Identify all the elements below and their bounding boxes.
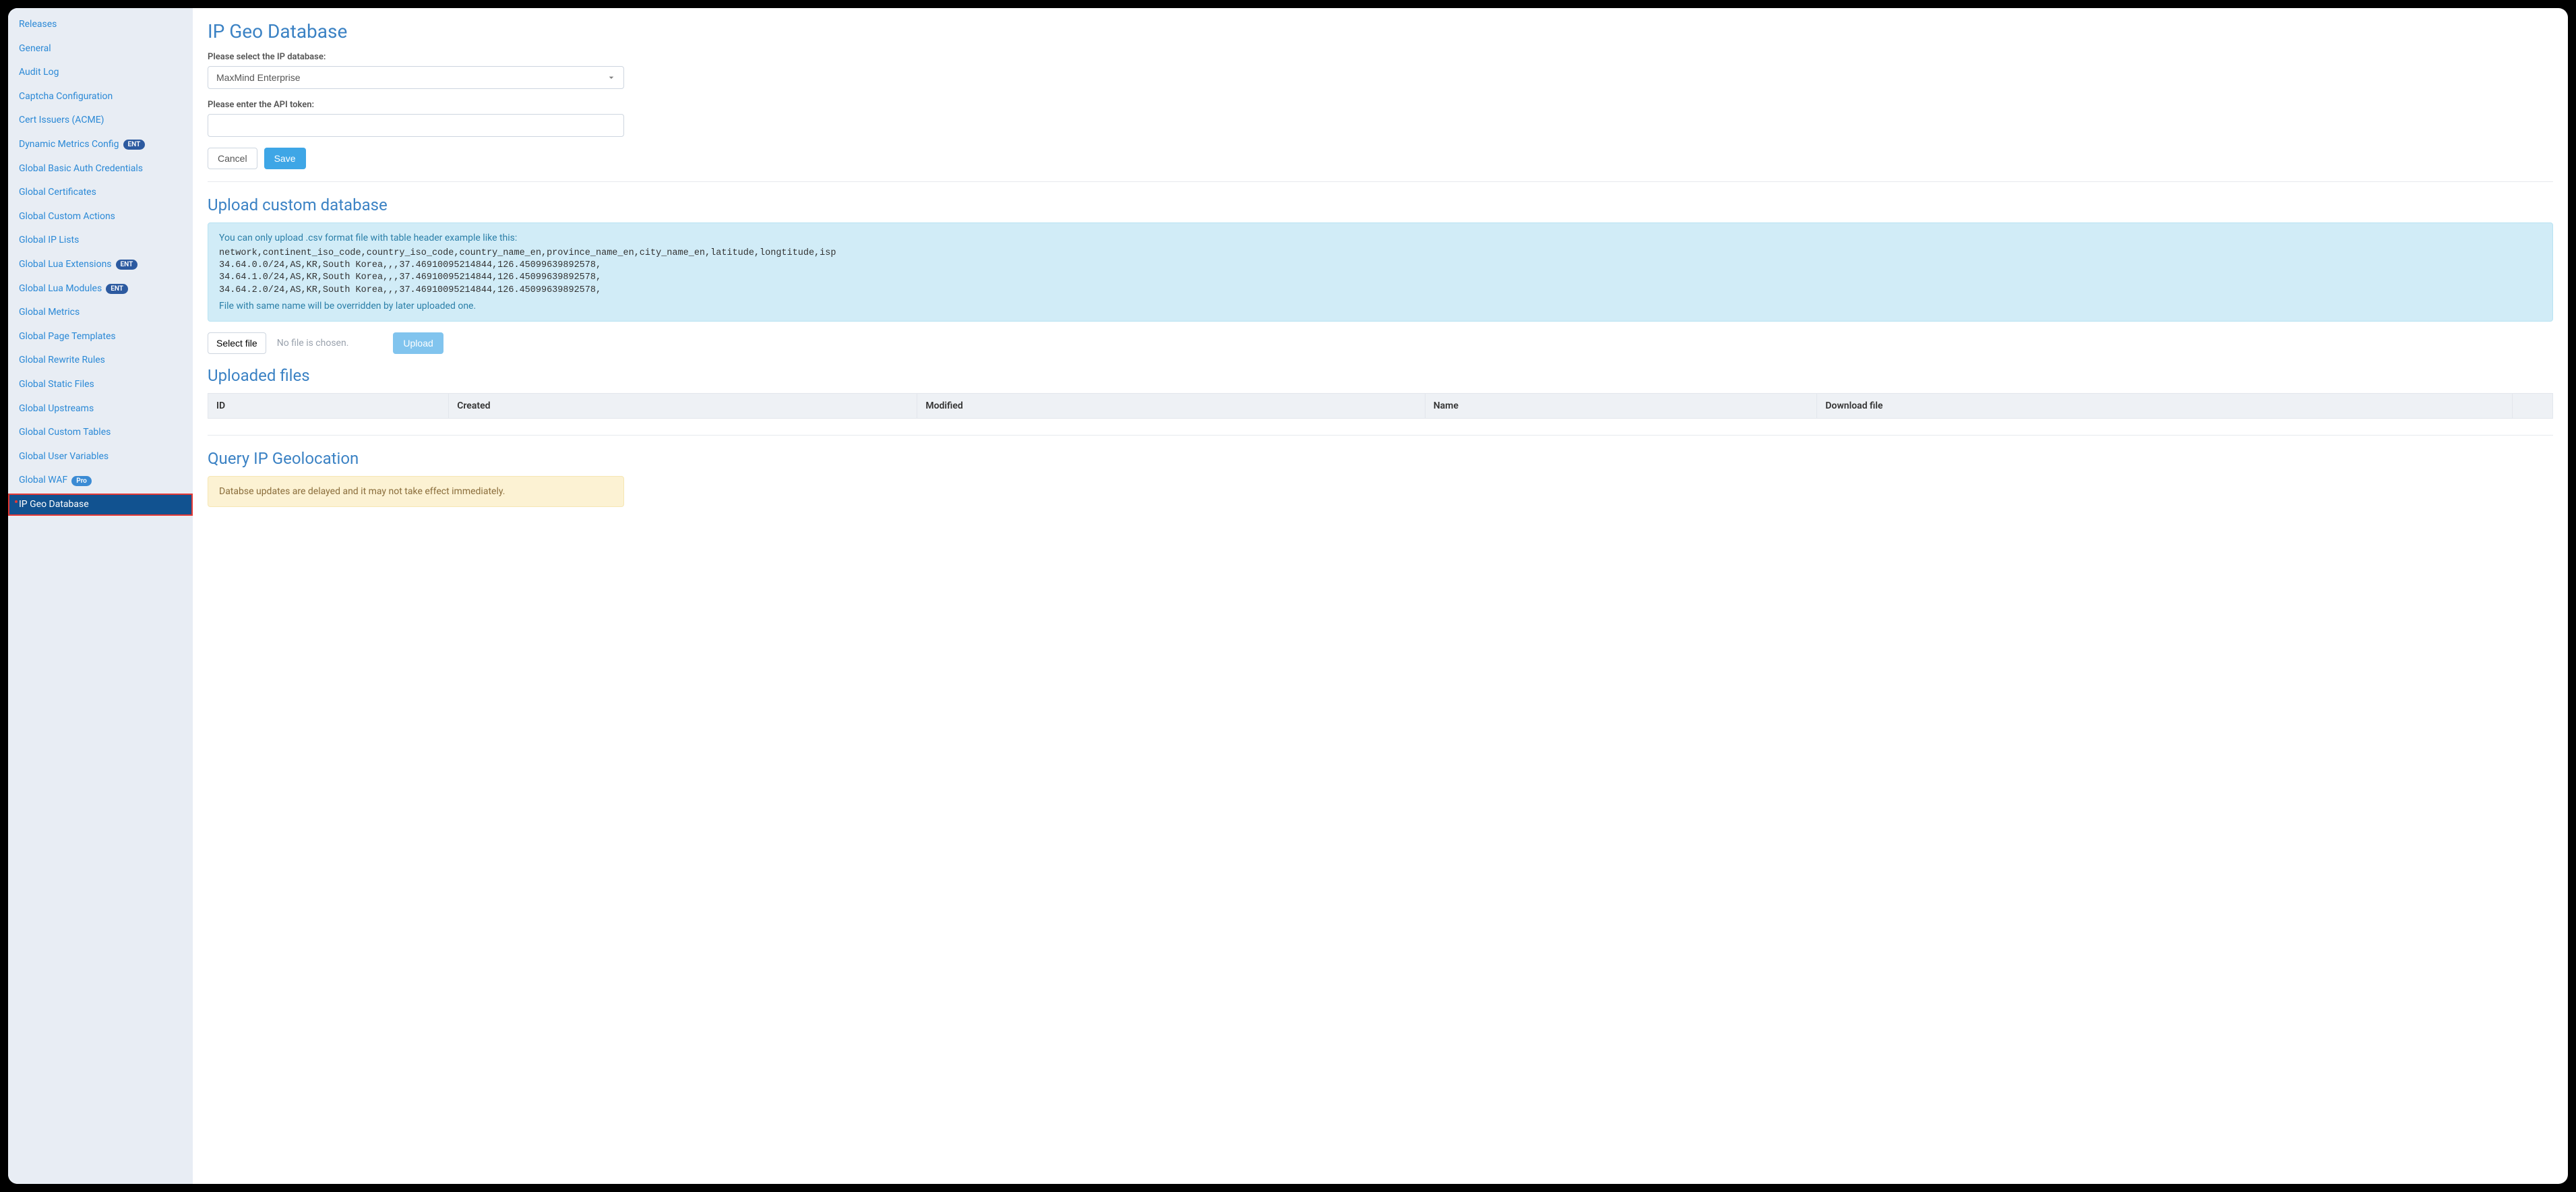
query-warning-alert: Databse updates are delayed and it may n… — [208, 476, 624, 507]
sidebar-item-global-lua-modules[interactable]: Global Lua Modules ENT — [8, 278, 193, 301]
table-header-row: IDCreatedModifiedNameDownload file — [208, 393, 2553, 418]
upload-info-text1: You can only upload .csv format file wit… — [219, 233, 2542, 243]
table-header-actions — [2513, 393, 2553, 418]
sidebar-item-label: General — [19, 42, 51, 56]
table-header-created: Created — [449, 393, 917, 418]
token-input[interactable] — [208, 114, 624, 137]
sidebar-item-global-rewrite-rules[interactable]: Global Rewrite Rules — [8, 349, 193, 372]
sidebar-item-label: Global Custom Tables — [19, 426, 111, 440]
file-upload-row: Select file No file is chosen. Upload — [208, 332, 2553, 354]
sidebar-item-global-static-files[interactable]: Global Static Files — [8, 374, 193, 396]
select-file-button[interactable]: Select file — [208, 332, 266, 354]
sidebar-item-label: Global Metrics — [19, 306, 80, 320]
token-label: Please enter the API token: — [208, 100, 2553, 110]
file-status-text: No file is chosen. — [277, 338, 349, 349]
uploaded-files-heading: Uploaded files — [208, 366, 2553, 385]
sidebar-item-label: Global Rewrite Rules — [19, 354, 105, 367]
form-actions: Cancel Save — [208, 148, 2553, 169]
upload-heading: Upload custom database — [208, 196, 2553, 214]
app-window: Releases General Audit Log Captcha Configur… — [8, 8, 2568, 1184]
sidebar-item-general[interactable]: General — [8, 38, 193, 61]
table-header-download-file: Download file — [1817, 393, 2513, 418]
sidebar-item-label: Audit Log — [19, 66, 59, 80]
sidebar-item-global-custom-tables[interactable]: Global Custom Tables — [8, 421, 193, 444]
sidebar-item-label: Dynamic Metrics Config — [19, 138, 119, 152]
badge-ent: ENT — [106, 284, 128, 294]
page-title: IP Geo Database — [208, 20, 2553, 42]
uploaded-files-table: IDCreatedModifiedNameDownload file — [208, 393, 2553, 419]
query-heading: Query IP Geolocation — [208, 449, 2553, 468]
sidebar-item-label: Global IP Lists — [19, 234, 79, 247]
upload-info-text2: File with same name will be overridden b… — [219, 301, 2542, 311]
badge-ent: ENT — [116, 260, 138, 270]
sidebar-item-cert-issuers-acme-[interactable]: Cert Issuers (ACME) — [8, 109, 193, 132]
badge-ent: ENT — [123, 140, 146, 150]
sidebar-item-label: Global Static Files — [19, 378, 94, 392]
sidebar-item-label: Global Basic Auth Credentials — [19, 162, 143, 176]
table-header-id: ID — [208, 393, 449, 418]
main-content: IP Geo Database Please select the IP dat… — [193, 8, 2568, 1184]
divider — [208, 181, 2553, 182]
sidebar-item-label: Global Custom Actions — [19, 210, 115, 224]
upload-button[interactable]: Upload — [393, 332, 443, 354]
sidebar-item-captcha-configuration[interactable]: Captcha Configuration — [8, 86, 193, 109]
sidebar-item-label: IP Geo Database — [19, 498, 89, 512]
token-group: Please enter the API token: — [208, 100, 2553, 137]
sidebar-item-global-metrics[interactable]: Global Metrics — [8, 301, 193, 324]
table-header-modified: Modified — [917, 393, 1425, 418]
db-select-group: Please select the IP database: MaxMind E… — [208, 52, 2553, 89]
sidebar-item-global-page-templates[interactable]: Global Page Templates — [8, 326, 193, 349]
sidebar-item-label: Global Certificates — [19, 186, 96, 200]
sidebar-item-global-user-variables[interactable]: Global User Variables — [8, 446, 193, 469]
sidebar-item-label: Global Lua Extensions — [19, 258, 112, 272]
sidebar-item-label: Global Page Templates — [19, 330, 116, 344]
sidebar-item-releases[interactable]: Releases — [8, 13, 193, 36]
sidebar-item-global-certificates[interactable]: Global Certificates — [8, 181, 193, 204]
sidebar-item-global-custom-actions[interactable]: Global Custom Actions — [8, 206, 193, 229]
sidebar-item-audit-log[interactable]: Audit Log — [8, 61, 193, 84]
badge-pro: Pro — [71, 476, 92, 486]
sidebar-item-global-basic-auth-credentials[interactable]: Global Basic Auth Credentials — [8, 158, 193, 181]
cancel-button[interactable]: Cancel — [208, 148, 257, 169]
sidebar-item-global-ip-lists[interactable]: Global IP Lists — [8, 229, 193, 252]
db-select[interactable]: MaxMind Enterprise — [208, 66, 624, 89]
sidebar-item-label: Global Upstreams — [19, 403, 94, 416]
sidebar-item-label: Global Lua Modules — [19, 282, 102, 296]
upload-info-alert: You can only upload .csv format file wit… — [208, 222, 2553, 322]
sidebar: Releases General Audit Log Captcha Configur… — [8, 8, 193, 1184]
sidebar-item-global-waf[interactable]: Global WAF Pro — [8, 469, 193, 492]
db-select-label: Please select the IP database: — [208, 52, 2553, 62]
sidebar-item-dynamic-metrics-config[interactable]: Dynamic Metrics Config ENT — [8, 133, 193, 156]
sidebar-item-global-upstreams[interactable]: Global Upstreams — [8, 398, 193, 421]
upload-info-code: network,continent_iso_code,country_iso_c… — [219, 247, 2542, 297]
save-button[interactable]: Save — [264, 148, 306, 169]
sidebar-item-ip-geo-database[interactable]: IP Geo Database — [8, 494, 193, 516]
sidebar-item-label: Releases — [19, 18, 57, 32]
sidebar-item-global-lua-extensions[interactable]: Global Lua Extensions ENT — [8, 254, 193, 276]
sidebar-item-label: Captcha Configuration — [19, 90, 113, 104]
divider — [208, 435, 2553, 436]
sidebar-item-label: Global User Variables — [19, 450, 109, 464]
table-header-name: Name — [1425, 393, 1817, 418]
sidebar-item-label: Cert Issuers (ACME) — [19, 114, 104, 127]
sidebar-item-label: Global WAF — [19, 474, 67, 487]
